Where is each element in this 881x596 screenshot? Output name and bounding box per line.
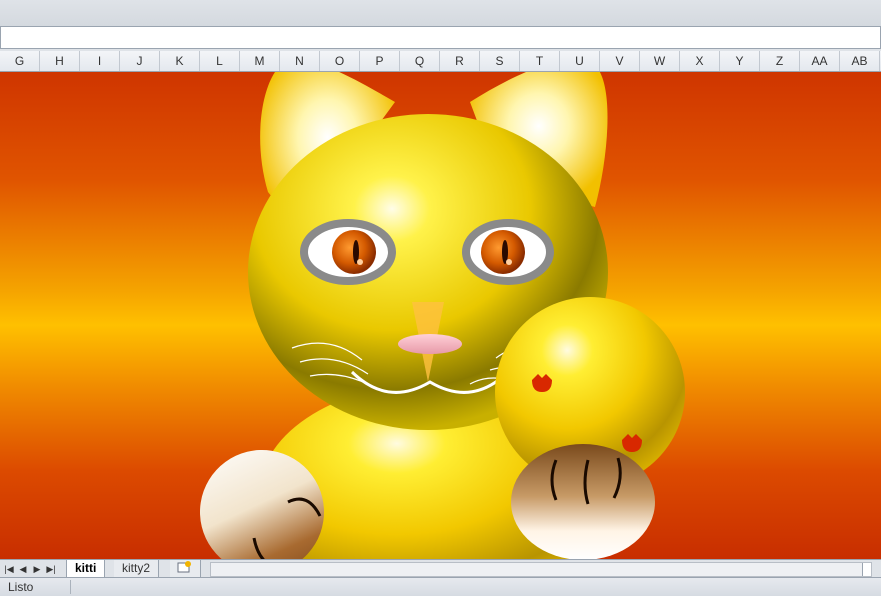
worksheet-canvas[interactable] — [0, 72, 881, 559]
ribbon-strip — [0, 0, 881, 27]
column-header[interactable]: Z — [760, 51, 800, 71]
column-header[interactable]: R — [440, 51, 480, 71]
column-header[interactable]: P — [360, 51, 400, 71]
column-header[interactable]: L — [200, 51, 240, 71]
insert-sheet-button[interactable] — [170, 560, 201, 577]
column-header[interactable]: Q — [400, 51, 440, 71]
column-header[interactable]: G — [0, 51, 40, 71]
right-eye — [462, 219, 554, 285]
lower-right-paw — [511, 444, 655, 559]
lucky-cat-drawing — [200, 72, 685, 559]
prev-sheet-button[interactable]: ◀ — [17, 562, 29, 576]
tab-kitti[interactable]: kitti — [66, 560, 106, 578]
column-header[interactable]: X — [680, 51, 720, 71]
status-text: Listo — [8, 580, 34, 594]
status-divider — [70, 580, 71, 594]
column-header[interactable]: H — [40, 51, 80, 71]
sheet-tabs-bar: |◀ ◀ ▶ ▶| kitti kitty2 — [0, 559, 881, 578]
column-header[interactable]: M — [240, 51, 280, 71]
last-sheet-button[interactable]: ▶| — [45, 562, 57, 576]
column-header[interactable]: V — [600, 51, 640, 71]
status-bar: Listo — [0, 577, 881, 596]
column-header[interactable]: Y — [720, 51, 760, 71]
column-header[interactable]: I — [80, 51, 120, 71]
column-header[interactable]: T — [520, 51, 560, 71]
tab-kitty2[interactable]: kitty2 — [114, 560, 160, 577]
left-eye — [300, 219, 396, 285]
new-sheet-icon — [177, 561, 191, 573]
column-header[interactable]: AA — [800, 51, 840, 71]
column-header[interactable]: AB — [840, 51, 880, 71]
next-sheet-button[interactable]: ▶ — [31, 562, 43, 576]
column-headers: G H I J K L M N O P Q R S T U V W X Y Z AA AB — [0, 51, 881, 72]
first-sheet-button[interactable]: |◀ — [3, 562, 15, 576]
cat-nose — [398, 334, 462, 354]
scrollbar-thumb[interactable] — [862, 563, 871, 576]
formula-bar[interactable] — [0, 26, 881, 49]
column-header[interactable]: S — [480, 51, 520, 71]
column-header[interactable]: W — [640, 51, 680, 71]
column-header[interactable]: O — [320, 51, 360, 71]
column-header[interactable]: J — [120, 51, 160, 71]
horizontal-scrollbar[interactable] — [210, 562, 872, 577]
column-header[interactable]: K — [160, 51, 200, 71]
column-header[interactable]: N — [280, 51, 320, 71]
column-header[interactable]: U — [560, 51, 600, 71]
